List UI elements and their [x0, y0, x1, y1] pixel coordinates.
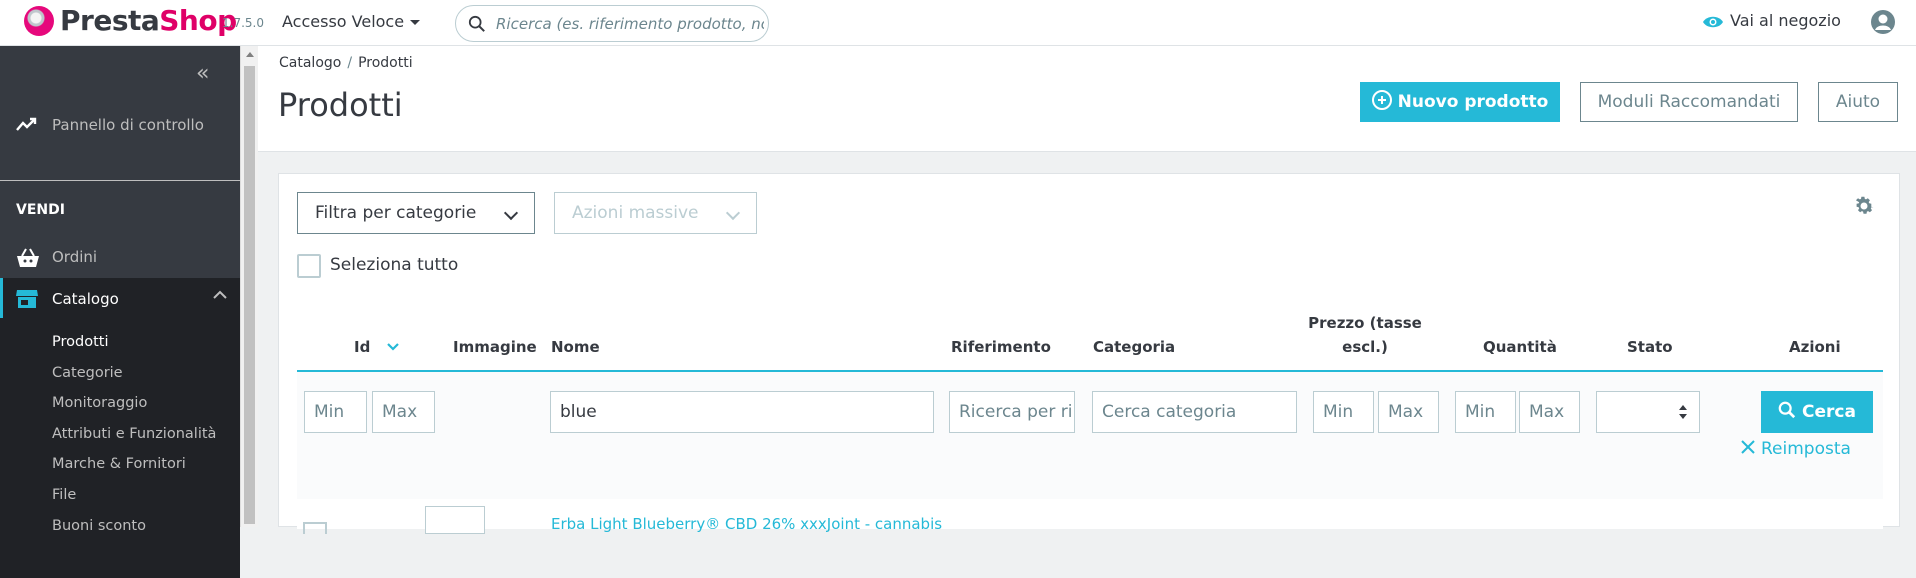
- sidebar-item-label: Pannello di controllo: [52, 116, 204, 134]
- sidebar-divider: [0, 180, 240, 181]
- caret-down-icon: [410, 20, 421, 25]
- sidebar-item-label: Ordini: [52, 248, 98, 266]
- category-filter-input[interactable]: [1092, 391, 1297, 433]
- search-icon: [468, 15, 485, 32]
- brand-presta-text: Presta: [60, 4, 160, 37]
- sidebar-item-dashboard[interactable]: Pannello di controllo: [16, 114, 236, 140]
- submenu-item-attributes[interactable]: Attributi e Funzionalità: [52, 426, 216, 442]
- select-arrows-icon: [1679, 405, 1687, 419]
- help-button[interactable]: Aiuto: [1818, 82, 1898, 122]
- column-label: Id: [354, 338, 371, 356]
- column-header-image: Immagine: [453, 338, 537, 356]
- sidebar-item-orders[interactable]: Ordini: [16, 246, 236, 272]
- column-header-status[interactable]: Stato: [1627, 338, 1673, 356]
- filter-categories-dropdown[interactable]: Filtra per categorie: [297, 192, 535, 234]
- product-thumbnail: [425, 506, 485, 534]
- submenu-item-brands[interactable]: Marche & Fornitori: [52, 456, 186, 472]
- breadcrumb: Catalogo / Prodotti: [279, 55, 413, 71]
- submenu-item-products[interactable]: Prodotti: [52, 334, 108, 350]
- quick-access-menu[interactable]: Accesso Veloce: [282, 12, 421, 31]
- breadcrumb-item-products: Prodotti: [358, 55, 413, 71]
- scroll-up-arrow-icon[interactable]: [246, 52, 254, 57]
- page-title: Prodotti: [278, 86, 403, 124]
- bulk-actions-label: Azioni massive: [572, 203, 699, 223]
- top-header: PrestaShop 1.7.5.0 Accesso Veloce Vai al…: [0, 0, 1916, 46]
- row-checkbox[interactable]: [303, 522, 327, 534]
- gear-icon[interactable]: [1852, 194, 1876, 218]
- products-card: Filtra per categorie Azioni massive Sele…: [278, 173, 1900, 534]
- column-label-line2: escl.): [1342, 338, 1388, 356]
- sidebar-item-catalog[interactable]: Catalogo: [0, 278, 240, 318]
- quantity-min-input[interactable]: [1455, 391, 1516, 433]
- search-button[interactable]: Cerca: [1761, 391, 1873, 433]
- select-all-label: Seleziona tutto: [330, 255, 459, 275]
- chevron-up-icon: [213, 290, 227, 299]
- sidebar-section-sell: VENDI: [16, 202, 65, 218]
- sidebar: « Pannello di controllo VENDI Ordini Cat…: [0, 46, 240, 578]
- price-min-input[interactable]: [1313, 391, 1374, 433]
- reference-filter-input[interactable]: [949, 391, 1075, 433]
- version-label: 1.7.5.0: [222, 16, 264, 30]
- filter-categories-label: Filtra per categorie: [315, 203, 477, 223]
- sidebar-scrollbar[interactable]: [240, 46, 258, 527]
- submenu-item-monitoring[interactable]: Monitoraggio: [52, 395, 147, 411]
- page-header: Catalogo / Prodotti Prodotti Nuovo prodott…: [258, 46, 1916, 152]
- submenu-item-files[interactable]: File: [52, 487, 76, 503]
- view-shop-label: Vai al negozio: [1730, 11, 1841, 30]
- sidebar-item-label: Catalogo: [52, 290, 119, 308]
- new-product-label: Nuovo prodotto: [1397, 92, 1549, 112]
- user-avatar-icon[interactable]: [1870, 9, 1896, 35]
- breadcrumb-separator: /: [347, 55, 353, 71]
- column-header-quantity[interactable]: Quantità: [1483, 338, 1557, 356]
- search-icon: [1778, 401, 1796, 419]
- prestashop-logo-icon[interactable]: [24, 6, 54, 36]
- column-header-name[interactable]: Nome: [551, 338, 600, 356]
- trending-up-icon: [16, 117, 37, 131]
- filter-row: Cerca Reimposta: [297, 372, 1883, 499]
- search-button-label: Cerca: [1802, 402, 1856, 422]
- column-header-id[interactable]: Id: [354, 338, 400, 356]
- chevron-down-icon: [503, 205, 519, 221]
- table-row: Erba Light Blueberry® CBD 26% xxxJoint -…: [297, 499, 1883, 534]
- id-max-input[interactable]: [372, 391, 435, 433]
- column-header-reference[interactable]: Riferimento: [951, 338, 1051, 356]
- plus-circle-icon: [1371, 90, 1392, 110]
- column-header-actions: Azioni: [1789, 338, 1841, 356]
- store-icon: [16, 290, 38, 308]
- reset-label: Reimposta: [1761, 439, 1851, 459]
- header-search-input[interactable]: [496, 12, 764, 36]
- shopping-basket-icon: [17, 248, 39, 267]
- header-search[interactable]: [455, 5, 769, 42]
- brand-logo[interactable]: PrestaShop: [60, 4, 237, 37]
- collapse-sidebar-icon[interactable]: «: [196, 63, 209, 85]
- quantity-max-input[interactable]: [1519, 391, 1580, 433]
- name-filter-input[interactable]: [550, 391, 934, 433]
- product-name-link[interactable]: Erba Light Blueberry® CBD 26% xxxJoint -…: [551, 515, 942, 533]
- reset-filters-link[interactable]: Reimposta: [1741, 439, 1851, 459]
- id-min-input[interactable]: [304, 391, 367, 433]
- new-product-button[interactable]: Nuovo prodotto: [1360, 82, 1560, 122]
- sort-chevron-down-icon[interactable]: [386, 342, 400, 352]
- column-label-line1: Prezzo (tasse: [1308, 314, 1422, 332]
- column-header-category[interactable]: Categoria: [1093, 338, 1175, 356]
- close-icon: [1741, 440, 1755, 454]
- chevron-down-icon: [725, 205, 741, 221]
- breadcrumb-item-catalog[interactable]: Catalogo: [279, 55, 341, 71]
- catalog-submenu: Prodotti Categorie Monitoraggio Attribut…: [0, 318, 240, 578]
- price-max-input[interactable]: [1378, 391, 1439, 433]
- submenu-item-categories[interactable]: Categorie: [52, 365, 123, 381]
- quick-access-label: Accesso Veloce: [282, 12, 405, 31]
- checkbox-box[interactable]: [297, 254, 321, 278]
- view-shop-link[interactable]: Vai al negozio: [1702, 11, 1841, 30]
- scrollbar-thumb[interactable]: [244, 66, 255, 524]
- status-filter-select[interactable]: [1596, 391, 1700, 433]
- bulk-actions-dropdown[interactable]: Azioni massive: [554, 192, 757, 234]
- eye-icon: [1703, 16, 1723, 27]
- submenu-item-discounts[interactable]: Buoni sconto: [52, 518, 146, 534]
- column-header-price[interactable]: Prezzo (tasse escl.): [1295, 314, 1435, 356]
- recommended-modules-button[interactable]: Moduli Raccomandati: [1580, 82, 1798, 122]
